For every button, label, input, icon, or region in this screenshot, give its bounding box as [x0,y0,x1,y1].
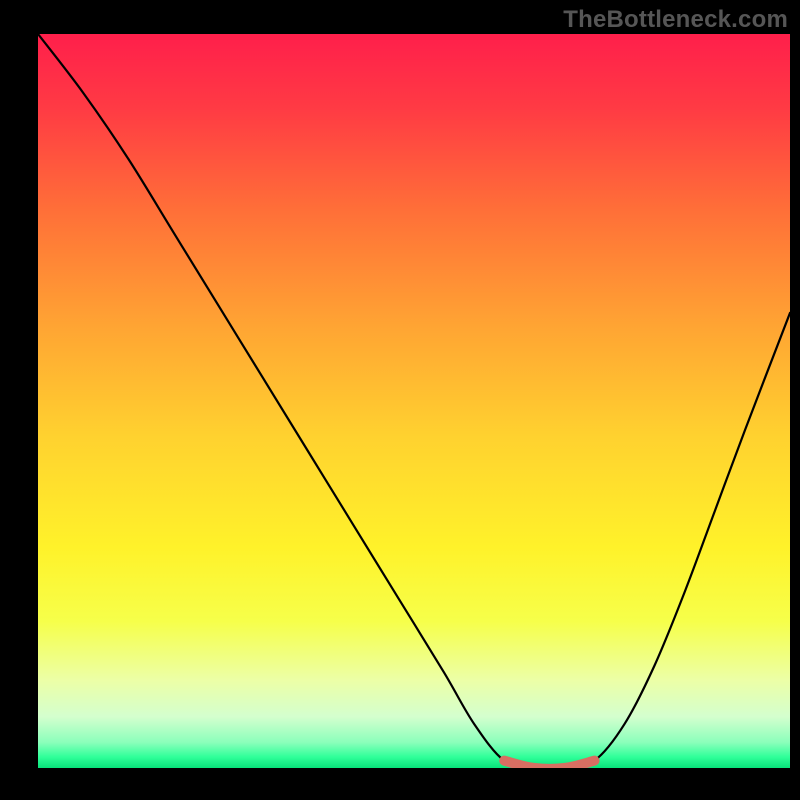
watermark-text: TheBottleneck.com [563,6,788,34]
bottleneck-chart [0,0,800,800]
plot-background [38,34,790,768]
chart-frame: TheBottleneck.com [0,0,800,800]
